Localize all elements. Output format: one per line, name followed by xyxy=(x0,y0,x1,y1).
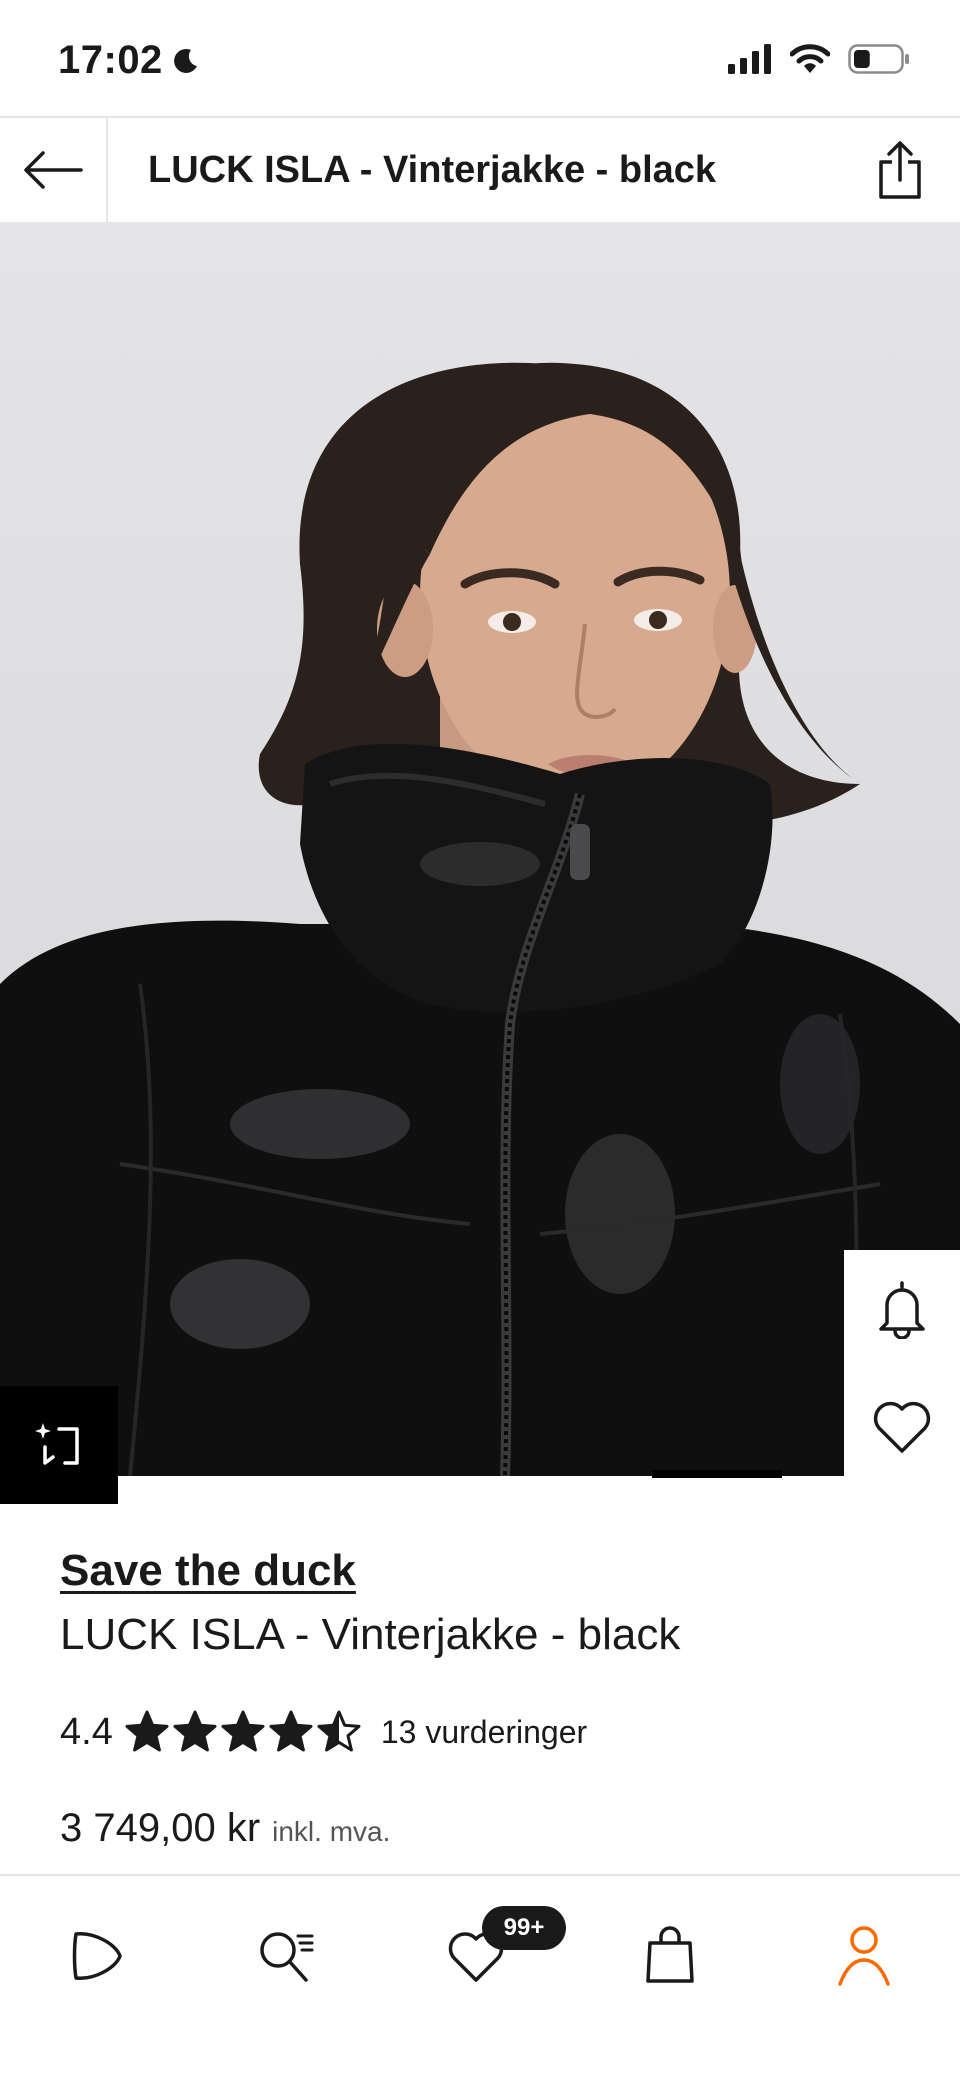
back-button[interactable] xyxy=(0,118,108,222)
wishlist-count-badge: 99+ xyxy=(482,1906,566,1950)
find-similar-button[interactable] xyxy=(0,1386,118,1504)
wishlist-add-button[interactable] xyxy=(844,1368,960,1486)
bottom-navigation: 99+ xyxy=(0,1874,960,2078)
bag-icon xyxy=(646,1926,694,1983)
status-indicators xyxy=(728,44,910,74)
price: 3 749,00 kr xyxy=(60,1806,261,1850)
star-icon xyxy=(221,1710,265,1752)
star-icon xyxy=(173,1710,217,1752)
product-name: LUCK ISLA - Vinterjakke - black xyxy=(60,1610,681,1659)
star-icon xyxy=(269,1710,313,1752)
rating-stars xyxy=(125,1710,361,1754)
search-icon xyxy=(260,1932,314,1982)
share-button[interactable] xyxy=(866,136,934,204)
product-photo xyxy=(0,362,960,1476)
similar-items-icon xyxy=(35,1423,79,1465)
clock-text: 17:02 xyxy=(58,38,163,82)
rating-value: 4.4 xyxy=(60,1710,113,1753)
carousel-indicator xyxy=(652,1470,782,1478)
vat-note: inkl. mva. xyxy=(272,1816,391,1847)
review-count: 13 vurderinger xyxy=(380,1713,588,1750)
home-icon xyxy=(72,1932,122,1980)
share-icon xyxy=(879,141,921,199)
moon-icon xyxy=(173,48,197,73)
battery-icon xyxy=(848,44,909,74)
nav-profile[interactable] xyxy=(814,1906,914,2006)
wifi-icon xyxy=(790,44,830,73)
heart-icon xyxy=(873,1401,931,1453)
image-actions-panel xyxy=(844,1250,960,1486)
brand-link[interactable]: Save the duck xyxy=(60,1546,356,1596)
product-image-carousel[interactable] xyxy=(0,224,960,1476)
product-header: LUCK ISLA - Vinterjakke - black xyxy=(0,116,960,224)
profile-icon xyxy=(838,1926,890,1986)
back-arrow-icon xyxy=(24,151,83,189)
status-time: 17:02 xyxy=(58,38,201,83)
price-row: 3 749,00 kr inkl. mva. xyxy=(60,1806,390,1851)
notify-button[interactable] xyxy=(844,1250,960,1368)
nav-search[interactable] xyxy=(236,1906,336,2006)
star-icon xyxy=(317,1710,361,1752)
status-bar: 17:02 xyxy=(0,0,960,116)
nav-home[interactable] xyxy=(46,1906,146,2006)
rating-row[interactable]: 4.4 13 vurderinger xyxy=(60,1706,587,1758)
bell-icon xyxy=(879,1281,925,1339)
page-title: LUCK ISLA - Vinterjakke - black xyxy=(148,149,717,191)
star-icon xyxy=(125,1710,169,1752)
nav-bag[interactable] xyxy=(620,1906,720,2006)
signal-icon xyxy=(728,44,771,74)
